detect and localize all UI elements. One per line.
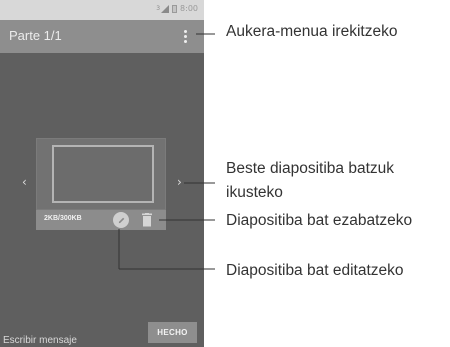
- callout-edit: Diapositiba bat editatzeko: [226, 262, 404, 279]
- callout-menu: Aukera-menua irekitzeko: [226, 23, 398, 40]
- callout-delete: Diapositiba bat ezabatzeko: [226, 212, 413, 229]
- callout-navigate-line2: ikusteko: [226, 184, 283, 201]
- callout-navigate: Beste diapositiba batzuk: [226, 160, 395, 177]
